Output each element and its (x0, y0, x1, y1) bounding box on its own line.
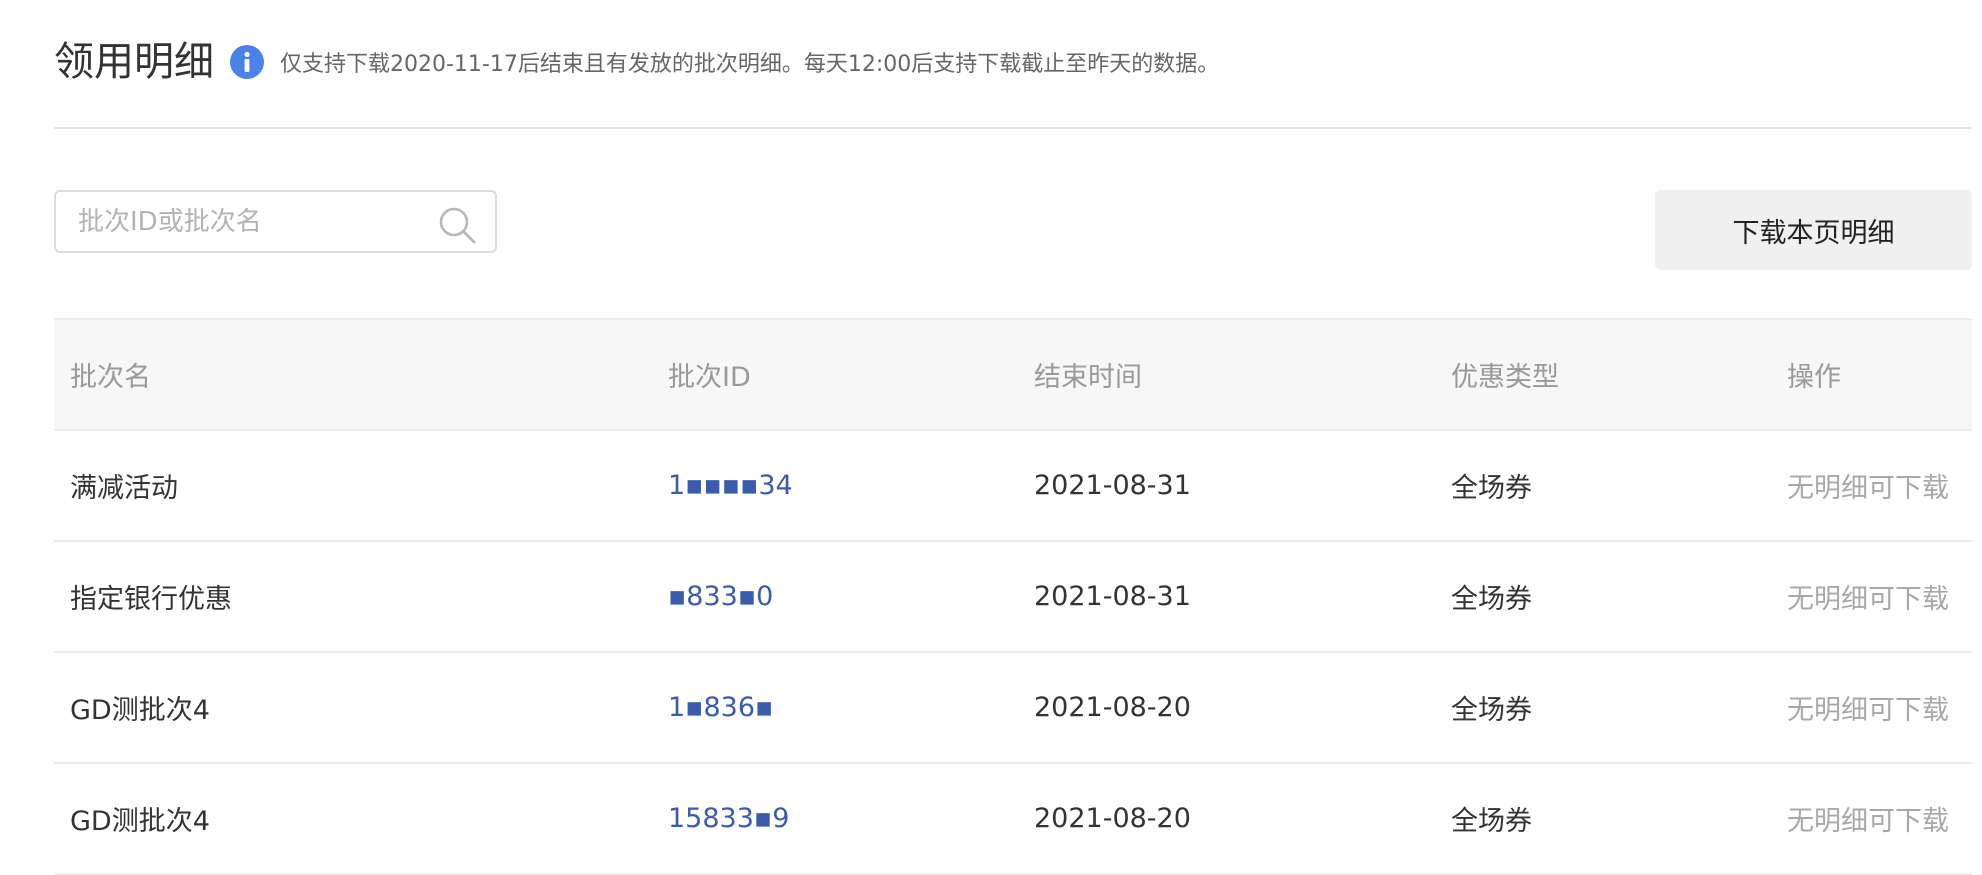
action-status: 无明细可下载 (1787, 695, 1949, 726)
batch-table: 批次名 批次ID 结束时间 优惠类型 操作 满减活动 1▪▪▪▪34 2021-… (54, 318, 1972, 875)
batch-id-link[interactable]: 1▪836▪ (668, 653, 773, 762)
coupon-type: 全场券 (1451, 584, 1532, 615)
search-input[interactable] (76, 205, 420, 238)
end-time: 2021-08-20 (1034, 692, 1191, 723)
download-notice: 仅支持下载2020-11-17后结束且有发放的批次明细。每天12:00后支持下载… (280, 52, 1220, 77)
end-time: 2021-08-31 (1034, 581, 1191, 612)
column-header-batch-id: 批次ID (668, 362, 751, 393)
batch-id-link[interactable]: 1▪▪▪▪34 (668, 431, 793, 540)
page-header: 领用明细 仅支持下载2020-11-17后结束且有发放的批次明细。每天12:00… (54, 22, 1219, 102)
header-divider (54, 127, 1972, 129)
column-header-batch-name: 批次名 (70, 362, 151, 393)
search-box[interactable] (54, 190, 497, 253)
table-row: GD测批次4 1▪836▪ 2021-08-20 全场券 无明细可下载 (54, 653, 1972, 764)
batch-name: 满减活动 (70, 473, 178, 504)
column-header-end-time: 结束时间 (1034, 362, 1142, 393)
info-icon (230, 45, 264, 79)
end-time: 2021-08-20 (1034, 803, 1191, 834)
coupon-type: 全场券 (1451, 695, 1532, 726)
batch-id-link[interactable]: ▪833▪0 (668, 542, 773, 651)
action-status: 无明细可下载 (1787, 584, 1949, 615)
table-row: GD测批次4 15833▪9 2021-08-20 全场券 无明细可下载 (54, 764, 1972, 875)
page-title: 领用明细 (54, 39, 214, 85)
table-row: 指定银行优惠 ▪833▪0 2021-08-31 全场券 无明细可下载 (54, 542, 1972, 653)
coupon-detail-page: 领用明细 仅支持下载2020-11-17后结束且有发放的批次明细。每天12:00… (0, 0, 1982, 875)
column-header-action: 操作 (1787, 362, 1841, 393)
search-icon[interactable] (437, 205, 477, 245)
action-status: 无明细可下载 (1787, 473, 1949, 504)
batch-id-link[interactable]: 15833▪9 (668, 764, 789, 873)
action-status: 无明细可下载 (1787, 806, 1949, 837)
batch-name: GD测批次4 (70, 806, 210, 837)
column-header-coupon-type: 优惠类型 (1451, 362, 1559, 393)
coupon-type: 全场券 (1451, 806, 1532, 837)
table-header-row: 批次名 批次ID 结束时间 优惠类型 操作 (54, 318, 1972, 431)
download-page-detail-button[interactable]: 下载本页明细 (1655, 190, 1972, 270)
end-time: 2021-08-31 (1034, 470, 1191, 501)
batch-name: 指定银行优惠 (70, 584, 232, 615)
table-row: 满减活动 1▪▪▪▪34 2021-08-31 全场券 无明细可下载 (54, 431, 1972, 542)
coupon-type: 全场券 (1451, 473, 1532, 504)
batch-name: GD测批次4 (70, 695, 210, 726)
